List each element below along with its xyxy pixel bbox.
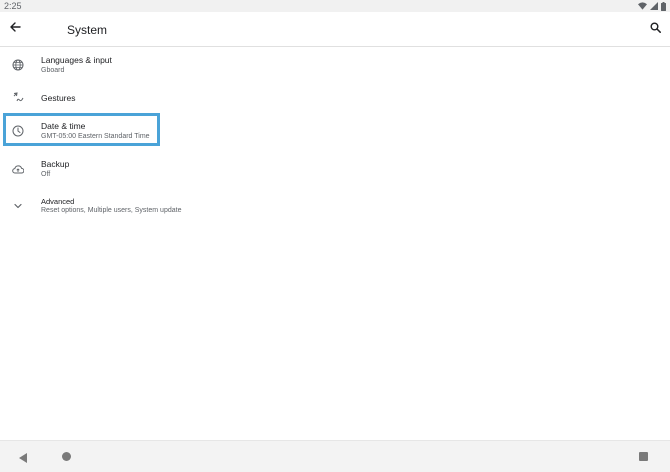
- gestures-icon: [11, 90, 25, 104]
- battery-icon: [661, 1, 666, 11]
- navigation-bar: [0, 440, 670, 472]
- item-summary: Gboard: [41, 67, 65, 74]
- list-item-advanced[interactable]: Advanced Reset options, Multiple users, …: [0, 191, 670, 225]
- clock-icon: [11, 124, 25, 138]
- item-summary: GMT-05:00 Eastern Standard Time: [41, 133, 150, 140]
- item-summary: Reset options, Multiple users, System up…: [41, 207, 182, 214]
- item-title: Date & time: [41, 121, 86, 131]
- nav-back-button[interactable]: [18, 451, 30, 463]
- status-bar: 2:25: [0, 0, 670, 12]
- arrow-back-icon: [9, 20, 21, 38]
- chevron-down-icon: [11, 199, 25, 213]
- page-title: System: [67, 23, 108, 37]
- globe-icon: [11, 58, 25, 72]
- wifi-icon: [638, 2, 647, 10]
- status-icons: [638, 1, 666, 11]
- search-button[interactable]: [646, 20, 664, 38]
- item-title: Gestures: [41, 93, 76, 103]
- app-bar: System: [0, 12, 670, 47]
- search-icon: [650, 20, 661, 38]
- item-title: Languages & input: [41, 55, 112, 65]
- nav-recents-button[interactable]: [639, 452, 648, 461]
- item-summary: Off: [41, 171, 51, 178]
- status-time: 2:25: [4, 1, 22, 11]
- nav-home-button[interactable]: [62, 452, 71, 461]
- signal-icon: [650, 2, 658, 10]
- list-item-backup[interactable]: Backup Off: [0, 153, 670, 187]
- list-item-gestures[interactable]: Gestures: [0, 83, 670, 113]
- back-button[interactable]: [6, 20, 24, 38]
- list-item-languages-input[interactable]: Languages & input Gboard: [0, 47, 670, 83]
- item-title: Advanced: [41, 197, 75, 206]
- cloud-upload-icon: [11, 162, 25, 176]
- triangle-back-icon: [19, 453, 27, 463]
- list-item-date-time[interactable]: Date & time GMT-05:00 Eastern Standard T…: [0, 115, 670, 149]
- item-title: Backup: [41, 159, 70, 169]
